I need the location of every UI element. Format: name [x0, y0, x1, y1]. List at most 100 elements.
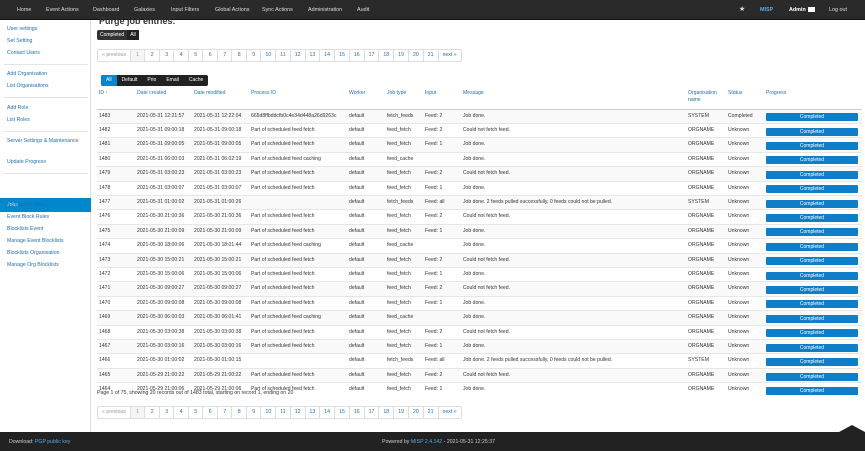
column-header[interactable]: Date modified: [192, 90, 249, 110]
pgp-key-link[interactable]: PGP public key: [35, 439, 70, 445]
column-header[interactable]: Worker: [347, 90, 385, 110]
user-menu[interactable]: Admin: [789, 7, 806, 13]
pagination-page[interactable]: 11: [276, 50, 291, 61]
tab-default[interactable]: Default: [117, 75, 143, 86]
pagination-page[interactable]: 13: [306, 407, 321, 418]
pagination-page[interactable]: 16: [350, 50, 365, 61]
pagination-page[interactable]: 6: [203, 407, 218, 418]
pagination-page[interactable]: 4: [174, 50, 189, 61]
pagination-page[interactable]: 2: [145, 50, 160, 61]
sidebar-item-manage-event-blocklists[interactable]: Manage Event Blocklists: [7, 238, 87, 245]
pagination-page[interactable]: 20: [409, 407, 424, 418]
column-header[interactable]: Message: [461, 90, 686, 110]
pagination-page[interactable]: 7: [218, 407, 233, 418]
table-cell: default: [347, 209, 385, 225]
nav-global-actions[interactable]: Global Actions: [215, 7, 249, 13]
pagination-page[interactable]: 7: [218, 50, 233, 61]
pagination-page[interactable]: 20: [409, 50, 424, 61]
logout-link[interactable]: Log out: [829, 7, 847, 13]
nav-galaxies[interactable]: Galaxies: [134, 7, 155, 13]
pagination-page[interactable]: 1: [130, 50, 146, 61]
pagination-page[interactable]: 6: [203, 50, 218, 61]
nav-sync-actions[interactable]: Sync Actions: [262, 7, 293, 13]
pagination-page[interactable]: 3: [160, 50, 175, 61]
sidebar-item-event-block-rules[interactable]: Event Block Rules: [7, 214, 87, 221]
pagination-page[interactable]: 4: [174, 407, 189, 418]
nav-audit[interactable]: Audit: [357, 7, 369, 13]
tab-prio[interactable]: Prio: [142, 75, 161, 86]
pagination-previous[interactable]: « previous: [98, 407, 131, 418]
pagination-page[interactable]: 5: [189, 407, 204, 418]
misp-version-link[interactable]: MISP 2.4.142: [411, 439, 442, 445]
pagination-page[interactable]: 21: [424, 50, 439, 61]
purge-all-button[interactable]: All: [127, 30, 139, 40]
pagination-page[interactable]: 9: [247, 50, 262, 61]
tab-cache[interactable]: Cache: [184, 75, 208, 86]
column-header[interactable]: Input: [423, 90, 461, 110]
sidebar-item-set-setting[interactable]: Set Setting: [7, 38, 87, 45]
pagination-page[interactable]: 8: [232, 407, 247, 418]
pagination-next[interactable]: next »: [439, 407, 461, 418]
sidebar-item-add-role[interactable]: Add Role: [7, 105, 87, 112]
sidebar-item-user-settings[interactable]: User settings: [7, 26, 87, 33]
pagination-page[interactable]: 15: [335, 50, 350, 61]
sidebar-item-server-settings[interactable]: Server Settings & Maintenance: [7, 138, 87, 145]
sidebar-item-scheduled-tasks[interactable]: Scheduled Tasks: [7, 202, 87, 209]
sidebar-item-manage-org-blocklists[interactable]: Manage Org Blocklists: [7, 262, 87, 269]
misp-brand-link[interactable]: MISP: [760, 7, 773, 13]
pagination-next[interactable]: next »: [439, 50, 461, 61]
sidebar-item-add-organisation[interactable]: Add Organisation: [7, 71, 87, 78]
pagination-page[interactable]: 16: [350, 407, 365, 418]
scroll-to-top-icon[interactable]: [839, 425, 865, 432]
mail-icon[interactable]: [808, 7, 815, 12]
pagination-page[interactable]: 18: [379, 50, 395, 61]
nav-input-filters[interactable]: Input Filters: [171, 7, 199, 13]
pagination-page[interactable]: 5: [189, 50, 204, 61]
pagination-page[interactable]: 12: [291, 50, 306, 61]
sidebar-item-list-organisations[interactable]: List Organisations: [7, 83, 87, 90]
pagination-page[interactable]: 14: [320, 407, 336, 418]
pagination-page[interactable]: 9: [247, 407, 262, 418]
column-header[interactable]: Job type: [385, 90, 423, 110]
pagination-page[interactable]: 12: [291, 407, 306, 418]
pagination-previous[interactable]: « previous: [98, 50, 131, 61]
column-header[interactable]: Date created: [135, 90, 192, 110]
nav-dashboard[interactable]: Dashboard: [93, 7, 119, 13]
pagination-page[interactable]: 1: [130, 407, 146, 418]
sidebar-item-list-roles[interactable]: List Roles: [7, 117, 87, 124]
tab-all[interactable]: All: [101, 75, 117, 86]
sidebar-item-update-progress[interactable]: Update Progress: [7, 159, 87, 166]
pagination-page[interactable]: 18: [379, 407, 395, 418]
column-header[interactable]: Process ID: [249, 90, 347, 110]
sidebar-item-contact-users[interactable]: Contact Users: [7, 50, 87, 57]
pagination-page[interactable]: 13: [306, 50, 321, 61]
sidebar-item-blocklists-organisation[interactable]: Blocklists Organisation: [7, 250, 87, 257]
pagination-page[interactable]: 14: [320, 50, 336, 61]
table-cell: 2021-05-30 03:00:16: [192, 338, 249, 354]
pagination-page[interactable]: 19: [394, 50, 409, 61]
pagination-page[interactable]: 19: [394, 407, 409, 418]
pagination-page[interactable]: 11: [276, 407, 291, 418]
column-header[interactable]: ID ↑: [97, 90, 135, 110]
sidebar-item-blocklists-event[interactable]: Blocklists Event: [7, 226, 87, 233]
pagination-page[interactable]: 17: [365, 50, 380, 61]
nav-home[interactable]: Home: [17, 7, 31, 13]
table-cell: Unknown: [726, 338, 764, 354]
pagination-page[interactable]: 10: [261, 407, 277, 418]
column-header[interactable]: Progress: [764, 90, 862, 110]
tab-email[interactable]: Email: [161, 75, 184, 86]
star-icon[interactable]: ★: [739, 5, 745, 13]
nav-event-actions[interactable]: Event Actions: [46, 7, 79, 13]
nav-administration[interactable]: Administration: [308, 7, 342, 13]
pagination-page[interactable]: 15: [335, 407, 350, 418]
pagination-page[interactable]: 8: [232, 50, 247, 61]
pagination-page[interactable]: 21: [424, 407, 439, 418]
pagination-page[interactable]: 3: [160, 407, 175, 418]
column-header[interactable]: Organisation name: [686, 90, 726, 110]
pagination-page[interactable]: 10: [261, 50, 277, 61]
pagination-page[interactable]: 2: [145, 407, 160, 418]
pagination-page[interactable]: 17: [365, 407, 380, 418]
column-header[interactable]: Status: [726, 90, 764, 110]
purge-completed-button[interactable]: Completed: [97, 30, 127, 40]
table-cell: Part of scheduled feed fetch: [249, 324, 347, 340]
